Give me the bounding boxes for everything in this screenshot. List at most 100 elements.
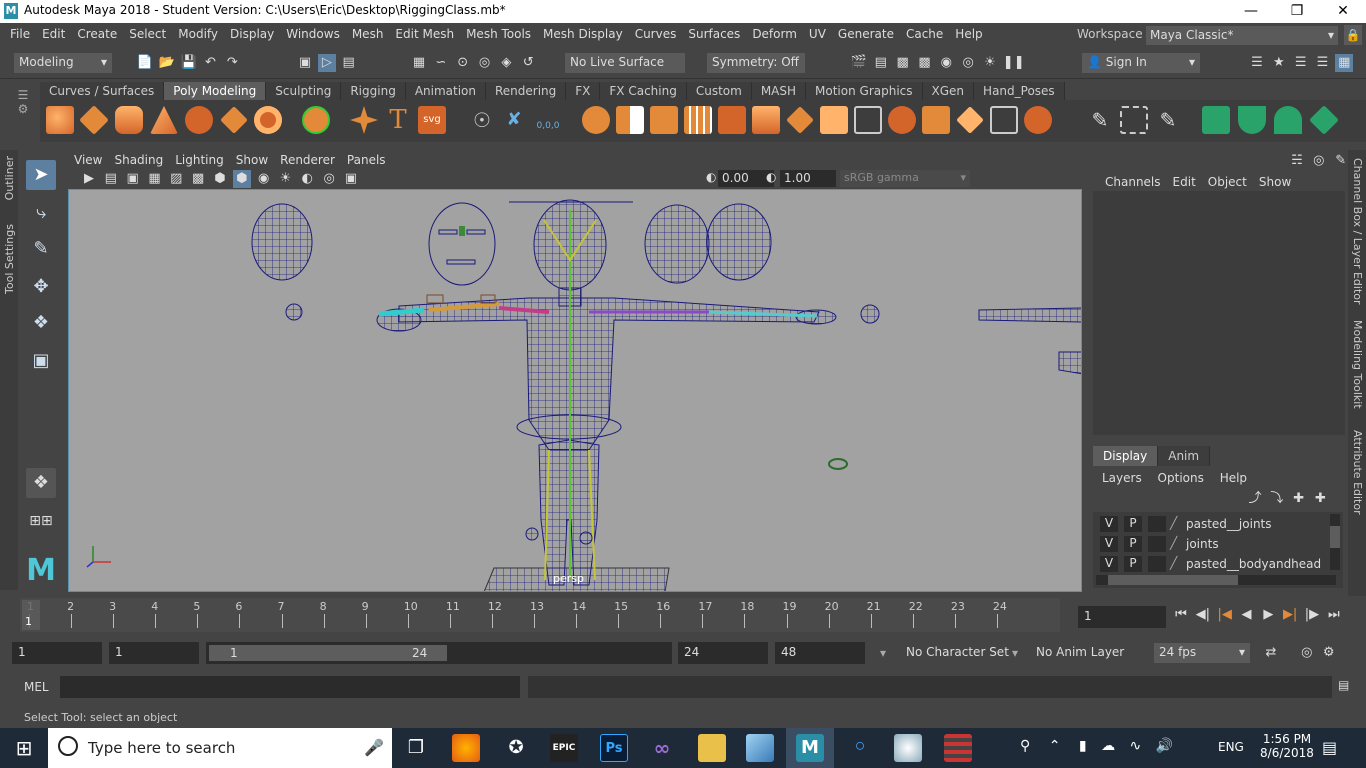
animation-end-field[interactable]: 48: [775, 642, 865, 664]
close-button[interactable]: ✕: [1320, 0, 1366, 23]
poly-sphere-icon[interactable]: [46, 106, 74, 134]
snap-point-icon[interactable]: ⊙: [454, 54, 472, 72]
pause-icon[interactable]: ❚❚: [1003, 54, 1025, 72]
move-layer-down-icon[interactable]: ⤵: [1268, 490, 1286, 508]
menu-mesh-display[interactable]: Mesh Display: [537, 24, 629, 44]
tab-anim[interactable]: Anim: [1158, 446, 1211, 466]
shelf-tab-rendering[interactable]: Rendering: [486, 82, 567, 100]
menu-set-dropdown[interactable]: Modeling ▾: [14, 53, 112, 73]
attribute-editor-tab[interactable]: Attribute Editor: [1351, 430, 1364, 515]
mel-input[interactable]: [60, 676, 520, 698]
combine-icon[interactable]: ☉: [468, 106, 496, 134]
new-layer-icon[interactable]: ✚: [1290, 490, 1308, 508]
outliner-tab[interactable]: Outliner: [3, 156, 16, 200]
layer-color-icon[interactable]: ╱: [1170, 536, 1186, 552]
layout-single-icon[interactable]: ❖: [26, 468, 56, 498]
snap-surface-icon[interactable]: ◈: [497, 54, 515, 72]
character-set-dropdown[interactable]: No Character Set: [900, 642, 1009, 664]
ipr-icon[interactable]: ▩: [894, 54, 912, 72]
channel-menu-channels[interactable]: Channels: [1099, 172, 1167, 192]
sculpt-icon[interactable]: ✎: [1154, 106, 1182, 134]
snap-curve-icon[interactable]: ∽: [432, 54, 450, 72]
layer-playback-toggle[interactable]: P: [1124, 536, 1142, 552]
anim-layer-dropdown[interactable]: No Anim Layer: [1030, 642, 1130, 664]
move-tool-icon[interactable]: ✥: [26, 272, 56, 302]
range-track[interactable]: 1 24: [206, 642, 672, 664]
menu-create[interactable]: Create: [71, 24, 123, 44]
panel-menu-renderer[interactable]: Renderer: [274, 151, 341, 169]
open-scene-icon[interactable]: 📂: [158, 54, 176, 72]
panel-menu-view[interactable]: View: [68, 151, 108, 169]
green-shelf-3-icon[interactable]: [1274, 106, 1302, 134]
uv-editor-icon[interactable]: [1120, 106, 1148, 134]
layer-visibility-toggle[interactable]: V: [1100, 516, 1118, 532]
auto-key-icon[interactable]: ◎: [1298, 644, 1316, 662]
shelf-tab-motion-graphics[interactable]: Motion Graphics: [806, 82, 923, 100]
grid-icon[interactable]: ▦: [145, 170, 163, 188]
head-mesh-3[interactable]: [706, 203, 772, 281]
channel-box-icon[interactable]: ▦: [1335, 54, 1354, 72]
unity-icon[interactable]: ✪: [502, 734, 530, 762]
task-view-icon[interactable]: ❐: [402, 734, 430, 762]
rotate-tool-icon[interactable]: ❖: [26, 308, 56, 338]
layer-playback-toggle[interactable]: P: [1124, 516, 1142, 532]
select-component-icon[interactable]: ▤: [340, 54, 358, 72]
partial-arm-mesh[interactable]: [978, 307, 1082, 323]
platonic-solid-icon[interactable]: [302, 106, 330, 134]
panel-menu-panels[interactable]: Panels: [341, 151, 392, 169]
playback-prefs-icon[interactable]: ⚙: [1320, 644, 1338, 662]
head-mesh-2[interactable]: [644, 204, 710, 284]
paint-select-tool-icon[interactable]: ✎: [26, 234, 56, 264]
channel-box-tab[interactable]: Channel Box / Layer Editor: [1351, 158, 1364, 305]
super-shape-icon[interactable]: [350, 106, 378, 134]
green-controller[interactable]: [828, 458, 848, 470]
layer-name[interactable]: joints: [1186, 537, 1219, 551]
character-controls-icon[interactable]: ★: [1270, 54, 1288, 72]
menu-display[interactable]: Display: [224, 24, 280, 44]
select-tool-icon[interactable]: ➤: [26, 160, 56, 190]
lights-icon[interactable]: ☀: [276, 170, 294, 188]
live-surface-field[interactable]: No Live Surface: [565, 53, 685, 73]
menu-cache[interactable]: Cache: [900, 24, 949, 44]
poly-disc-icon[interactable]: [254, 106, 282, 134]
time-slider[interactable]: 123456789101112131415161718192021222324 …: [0, 596, 1366, 634]
snap-view-icon[interactable]: ◎: [475, 54, 493, 72]
channel-menu-edit[interactable]: Edit: [1167, 172, 1202, 192]
wifi-icon[interactable]: ∿: [1130, 738, 1142, 754]
layer-horizontal-scrollbar[interactable]: [1096, 575, 1336, 585]
snap-live-icon[interactable]: ↺: [519, 54, 537, 72]
shelf-tab-poly-modeling[interactable]: Poly Modeling: [164, 82, 267, 100]
tab-display[interactable]: Display: [1093, 446, 1159, 466]
green-shelf-1-icon[interactable]: [1202, 106, 1230, 134]
viewport-persp[interactable]: persp: [68, 189, 1082, 592]
resolution-gate-icon[interactable]: ▩: [189, 170, 207, 188]
animation-start-field[interactable]: 1: [12, 642, 102, 664]
shelf-options-icon[interactable]: ☰ ⚙: [14, 88, 32, 138]
green-shelf-4-icon[interactable]: [1309, 105, 1339, 135]
extrude-icon[interactable]: [684, 106, 712, 134]
layer-vertical-scrollbar[interactable]: [1330, 514, 1340, 570]
step-forward-frame-icon[interactable]: ▶|: [1281, 606, 1299, 624]
scale-tool-icon[interactable]: ▣: [26, 346, 56, 376]
menu-edit[interactable]: Edit: [36, 24, 71, 44]
undo-icon[interactable]: ↶: [201, 54, 219, 72]
eye-sphere-right[interactable]: [860, 304, 880, 324]
battery-icon[interactable]: ▮: [1079, 738, 1087, 754]
shadows-icon[interactable]: ◐: [298, 170, 316, 188]
chevron-up-icon[interactable]: ⌃: [1049, 738, 1061, 754]
new-layer-selected-icon[interactable]: ✚: [1311, 490, 1329, 508]
face-controller[interactable]: [428, 202, 496, 286]
channel-menu-object[interactable]: Object: [1202, 172, 1253, 192]
microphone-icon[interactable]: 🎤: [364, 738, 384, 757]
gamma-field[interactable]: 1.00: [780, 170, 836, 187]
poly-cylinder-icon[interactable]: [115, 106, 143, 134]
loop-icon[interactable]: ⇄: [1262, 644, 1280, 662]
menu-surfaces[interactable]: Surfaces: [682, 24, 746, 44]
volume-icon[interactable]: 🔊: [1156, 738, 1173, 754]
quad-draw-icon[interactable]: [990, 106, 1018, 134]
playback-end-field[interactable]: 24: [678, 642, 768, 664]
hierarchy-icon[interactable]: ☵: [1288, 152, 1306, 170]
render-setup-icon[interactable]: ◎: [959, 54, 977, 72]
firefox-icon[interactable]: [452, 734, 480, 762]
partial-hand-mesh[interactable]: [1058, 351, 1082, 375]
